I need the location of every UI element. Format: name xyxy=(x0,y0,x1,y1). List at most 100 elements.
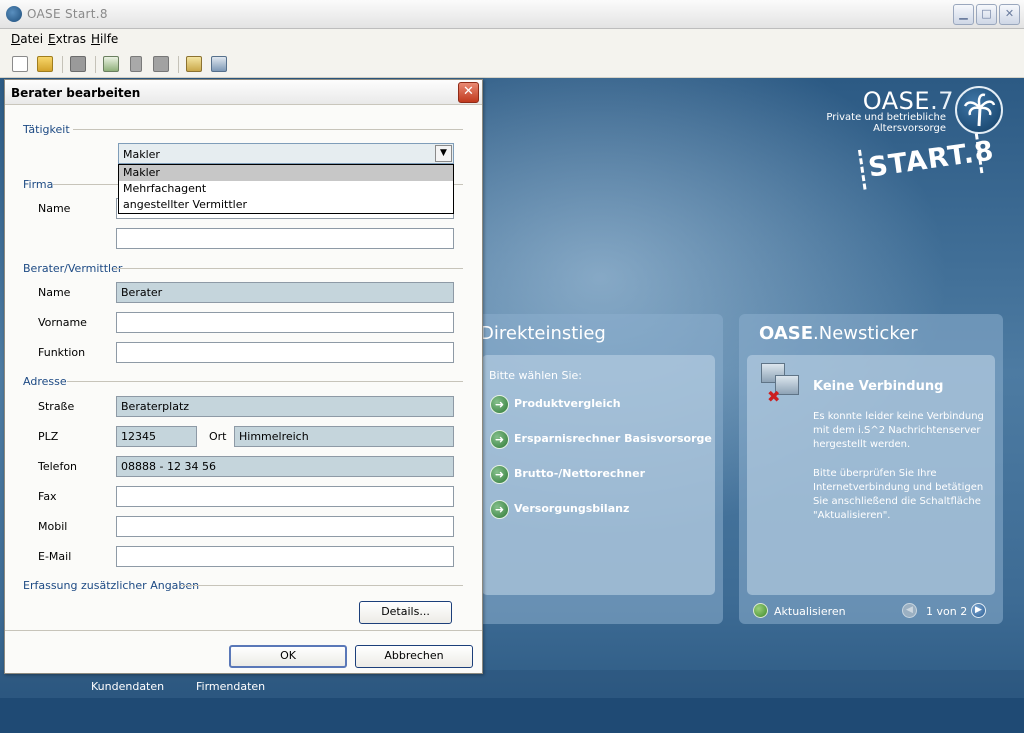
pager-text: 1 von 2 xyxy=(926,605,968,618)
newsticker-panel: OASE.Newsticker ✖ Keine Verbindung Es ko… xyxy=(739,314,1003,624)
section-adresse: Adresse xyxy=(23,375,67,388)
palm-tree-logo-icon xyxy=(955,86,1003,134)
menu-hilfe[interactable]: Hilfe xyxy=(91,32,118,46)
label-ort: Ort xyxy=(209,430,227,443)
close-window-button[interactable]: ✕ xyxy=(999,4,1020,25)
tab-firmendaten[interactable]: Firmendaten xyxy=(196,680,265,693)
copy-icon[interactable] xyxy=(153,56,169,72)
dialog-footer-divider xyxy=(5,630,482,631)
option-mehrfachagent[interactable]: Mehrfachagent xyxy=(119,181,453,197)
email-field[interactable] xyxy=(116,546,454,567)
refresh-icon xyxy=(753,603,768,618)
refresh-button[interactable]: Aktualisieren xyxy=(753,603,863,619)
dialog-close-button[interactable]: ✕ xyxy=(458,82,479,103)
label-email: E-Mail xyxy=(38,550,72,563)
vorname-field[interactable] xyxy=(116,312,454,333)
direkteinstieg-prompt: Bitte wählen Sie: xyxy=(489,369,583,382)
arrow-right-icon: ➜ xyxy=(490,465,509,484)
label-vorname: Vorname xyxy=(38,316,87,329)
window-title: OASE Start.8 xyxy=(27,7,108,21)
label-fax: Fax xyxy=(38,490,57,503)
arrow-right-icon: ➜ xyxy=(490,430,509,449)
link-label: Ersparnisrechner Basisvorsorge xyxy=(514,432,712,445)
berater-dialog: Berater bearbeiten ✕ Tätigkeit Makler ▼ … xyxy=(4,79,483,674)
news-message-2: Bitte überprüfen Sie Ihre Internetverbin… xyxy=(813,468,984,521)
berater-name-field[interactable]: Berater xyxy=(116,282,454,303)
link-label: Versorgungsbilanz xyxy=(514,502,630,515)
delete-icon[interactable] xyxy=(130,56,142,72)
news-heading: Keine Verbindung xyxy=(813,379,944,394)
section-divider xyxy=(67,381,463,382)
oase-logo-subtitle: Private und betriebliche Altersvorsorge xyxy=(826,112,946,134)
link-versorgungsbilanz[interactable]: ➜ Versorgungsbilanz xyxy=(490,500,710,520)
link-label: Produktvergleich xyxy=(514,397,621,410)
section-firma: Firma xyxy=(23,178,54,191)
notepad-icon[interactable] xyxy=(186,56,202,72)
telefon-field[interactable]: 08888 - 12 34 56 xyxy=(116,456,454,477)
ok-button[interactable]: OK xyxy=(229,645,347,668)
toolbar xyxy=(0,50,1024,78)
maximize-button[interactable]: □ xyxy=(976,4,997,25)
app-logo-icon xyxy=(6,6,22,22)
label-telefon: Telefon xyxy=(38,460,78,473)
calculator-icon[interactable] xyxy=(211,56,227,72)
section-taetigkeit: Tätigkeit xyxy=(23,123,70,136)
option-makler[interactable]: Makler xyxy=(119,165,453,181)
label-strasse: Straße xyxy=(38,400,75,413)
arrow-right-icon: ➜ xyxy=(490,395,509,414)
menu-datei[interactable]: Datei xyxy=(11,32,43,46)
link-ersparnisrechner[interactable]: ➜ Ersparnisrechner Basisvorsorge xyxy=(490,430,712,450)
link-brutto-netto[interactable]: ➜ Brutto-/Nettorechner xyxy=(490,465,710,485)
dialog-titlebar: Berater bearbeiten ✕ xyxy=(5,80,482,105)
taetigkeit-dropdown-list: Makler Mehrfachagent angestellter Vermit… xyxy=(118,164,454,214)
link-produktvergleich[interactable]: ➜ Produktvergleich xyxy=(490,395,710,415)
section-divider xyxy=(73,129,463,130)
label-firma-name: Name xyxy=(38,202,71,215)
new-document-icon[interactable] xyxy=(12,56,28,72)
menubar: Datei Extras Hilfe xyxy=(0,29,1024,50)
link-label: Brutto-/Nettorechner xyxy=(514,467,645,480)
plz-field[interactable]: 12345 xyxy=(116,426,197,447)
bottom-band xyxy=(0,698,1024,733)
next-page-icon[interactable]: ▶ xyxy=(971,603,986,618)
news-message-1: Es konnte leider keine Verbindung mit de… xyxy=(813,411,984,450)
label-name: Name xyxy=(38,286,71,299)
tab-kundendaten[interactable]: Kundendaten xyxy=(91,680,164,693)
toolbar-separator xyxy=(178,56,179,73)
open-folder-icon[interactable] xyxy=(37,56,53,72)
section-divider xyxy=(113,268,463,269)
direkteinstieg-title: Direkteinstieg xyxy=(480,323,606,344)
strasse-field[interactable]: Beraterplatz xyxy=(116,396,454,417)
minimize-button[interactable]: ▁ xyxy=(953,4,974,25)
newsticker-title: OASE.Newsticker xyxy=(759,323,918,344)
section-zusatz: Erfassung zusätzlicher Angaben xyxy=(23,579,200,592)
refresh-label: Aktualisieren xyxy=(774,605,846,618)
direkteinstieg-panel: Direkteinstieg Bitte wählen Sie: ➜ Produ… xyxy=(462,314,723,624)
previous-page-icon[interactable]: ◀ xyxy=(902,603,917,618)
toolbar-separator xyxy=(62,56,63,73)
network-disconnected-icon: ✖ xyxy=(761,363,801,406)
section-divider xyxy=(181,585,463,586)
save-icon[interactable] xyxy=(70,56,86,72)
menu-extras[interactable]: Extras xyxy=(48,32,86,46)
mobil-field[interactable] xyxy=(116,516,454,537)
label-plz: PLZ xyxy=(38,430,59,443)
export-icon[interactable] xyxy=(103,56,119,72)
fax-field[interactable] xyxy=(116,486,454,507)
firma-name2-field[interactable] xyxy=(116,228,454,249)
taetigkeit-select[interactable]: Makler ▼ xyxy=(118,143,454,164)
arrow-right-icon: ➜ xyxy=(490,500,509,519)
taetigkeit-selected-value: Makler xyxy=(123,148,160,161)
chevron-down-icon[interactable]: ▼ xyxy=(435,145,452,162)
funktion-field[interactable] xyxy=(116,342,454,363)
dialog-title: Berater bearbeiten xyxy=(11,86,141,100)
details-button[interactable]: Details... xyxy=(359,601,452,624)
ort-field[interactable]: Himmelreich xyxy=(234,426,454,447)
oase-logo-text: OASE.7 xyxy=(862,87,954,115)
label-mobil: Mobil xyxy=(38,520,68,533)
toolbar-separator xyxy=(95,56,96,73)
option-angestellter-vermittler[interactable]: angestellter Vermittler xyxy=(119,197,453,213)
window-titlebar: OASE Start.8 ▁ □ ✕ xyxy=(0,0,1024,29)
cancel-button[interactable]: Abbrechen xyxy=(355,645,473,668)
direkteinstieg-list: Bitte wählen Sie: ➜ Produktvergleich ➜ E… xyxy=(482,355,715,595)
